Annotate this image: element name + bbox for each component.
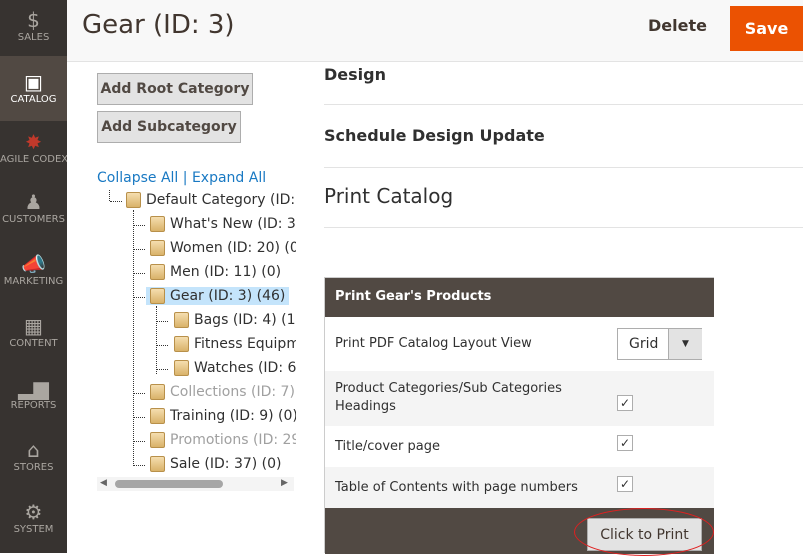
folder-icon bbox=[150, 408, 165, 424]
layout-view-select[interactable]: Grid ▼ bbox=[617, 328, 702, 360]
toc-row: Table of Contents with page numbers ✓ bbox=[325, 467, 714, 508]
nav-stores[interactable]: ⌂ STORES bbox=[0, 434, 67, 486]
megaphone-icon: 📣 bbox=[21, 252, 46, 276]
nav-customers[interactable]: ♟ CUSTOMERS bbox=[0, 186, 67, 238]
nav-system[interactable]: ⚙ SYSTEM bbox=[0, 496, 67, 553]
tree-node[interactable]: Training (ID: 9) (0) bbox=[150, 408, 296, 424]
section-design[interactable]: Design bbox=[324, 62, 803, 105]
cover-page-row: Title/cover page ✓ bbox=[325, 426, 714, 467]
tree-node[interactable]: Men (ID: 11) (0) bbox=[150, 264, 281, 280]
folder-icon bbox=[174, 312, 189, 328]
page-title: Gear (ID: 3) bbox=[82, 10, 235, 40]
section-schedule-design-update[interactable]: Schedule Design Update bbox=[324, 105, 803, 168]
nav-sales[interactable]: $ SALES bbox=[0, 0, 67, 56]
tree-node[interactable]: Default Category (ID: 2 bbox=[126, 192, 296, 208]
store-icon: ⌂ bbox=[27, 438, 40, 462]
category-tree: Default Category (ID: 2 What's New (ID: … bbox=[96, 190, 296, 490]
toc-checkbox[interactable]: ✓ bbox=[617, 476, 633, 492]
folder-icon bbox=[150, 432, 165, 448]
tree-node[interactable]: Collections (ID: 7) ( bbox=[150, 384, 296, 400]
tree-controls: Collapse All | Expand All bbox=[97, 170, 266, 186]
separator: | bbox=[182, 170, 188, 186]
highlight-annotation bbox=[574, 508, 714, 556]
tree-node[interactable]: Promotions (ID: 29 bbox=[150, 432, 296, 448]
person-icon: ♟ bbox=[24, 190, 43, 214]
tree-node[interactable]: Sale (ID: 37) (0) bbox=[150, 456, 282, 472]
tree-horizontal-scrollbar[interactable]: ◀ ▶ bbox=[97, 477, 294, 491]
tree-node[interactable]: Women (ID: 20) (0) bbox=[150, 240, 296, 256]
collapse-all-link[interactable]: Collapse All bbox=[97, 170, 178, 186]
section-print-catalog[interactable]: Print Catalog bbox=[324, 168, 803, 228]
delete-button[interactable]: Delete bbox=[648, 16, 707, 35]
nav-marketing[interactable]: 📣 MARKETING bbox=[0, 248, 67, 300]
tree-node[interactable]: Watches (ID: 6) bbox=[174, 360, 296, 376]
folder-icon bbox=[150, 384, 165, 400]
bar-chart-icon: ▂▆ bbox=[18, 376, 49, 400]
add-root-category-button[interactable]: Add Root Category bbox=[97, 73, 253, 105]
admin-sidebar: $ SALES ▣ CATALOG ✸ AGILE CODEX ♟ CUSTOMERS … bbox=[0, 0, 67, 553]
cover-page-checkbox[interactable]: ✓ bbox=[617, 435, 633, 451]
folder-icon bbox=[174, 360, 189, 376]
headings-row: Product Categories/Sub Categories Headin… bbox=[325, 371, 714, 426]
folder-icon bbox=[126, 192, 141, 208]
nav-reports[interactable]: ▂▆ REPORTS bbox=[0, 372, 67, 424]
scroll-right-icon[interactable]: ▶ bbox=[281, 478, 288, 488]
scroll-left-icon[interactable]: ◀ bbox=[100, 478, 107, 488]
box-icon: ▣ bbox=[24, 70, 43, 94]
layout-view-row: Print PDF Catalog Layout View Grid ▼ bbox=[325, 317, 714, 371]
tree-node-selected[interactable]: Gear (ID: 3) (46) bbox=[146, 287, 290, 305]
folder-icon bbox=[150, 264, 165, 280]
folder-icon bbox=[150, 240, 165, 256]
expand-all-link[interactable]: Expand All bbox=[192, 170, 266, 186]
dollar-icon: $ bbox=[27, 8, 40, 32]
folder-icon bbox=[150, 456, 165, 472]
save-button[interactable]: Save bbox=[730, 6, 803, 51]
folder-icon bbox=[174, 336, 189, 352]
scrollbar-thumb[interactable] bbox=[115, 480, 223, 488]
tree-node[interactable]: Bags (ID: 4) (14) bbox=[174, 312, 296, 328]
panel-header: Print Gear's Products bbox=[325, 278, 714, 317]
chevron-down-icon[interactable]: ▼ bbox=[668, 329, 702, 359]
add-subcategory-button[interactable]: Add Subcategory bbox=[97, 111, 241, 143]
folder-icon bbox=[150, 288, 165, 304]
nav-catalog[interactable]: ▣ CATALOG bbox=[0, 56, 67, 121]
gear-icon: ⚙ bbox=[24, 500, 43, 524]
folder-icon bbox=[150, 216, 165, 232]
tree-node[interactable]: Fitness Equipm bbox=[174, 336, 296, 352]
nav-content[interactable]: ▦ CONTENT bbox=[0, 310, 67, 362]
nav-agile-codex[interactable]: ✸ AGILE CODEX bbox=[0, 126, 67, 178]
agile-codex-logo-icon: ✸ bbox=[25, 130, 42, 154]
layout-icon: ▦ bbox=[24, 314, 43, 338]
headings-checkbox[interactable]: ✓ bbox=[617, 395, 633, 411]
tree-node[interactable]: What's New (ID: 38 bbox=[150, 216, 296, 232]
